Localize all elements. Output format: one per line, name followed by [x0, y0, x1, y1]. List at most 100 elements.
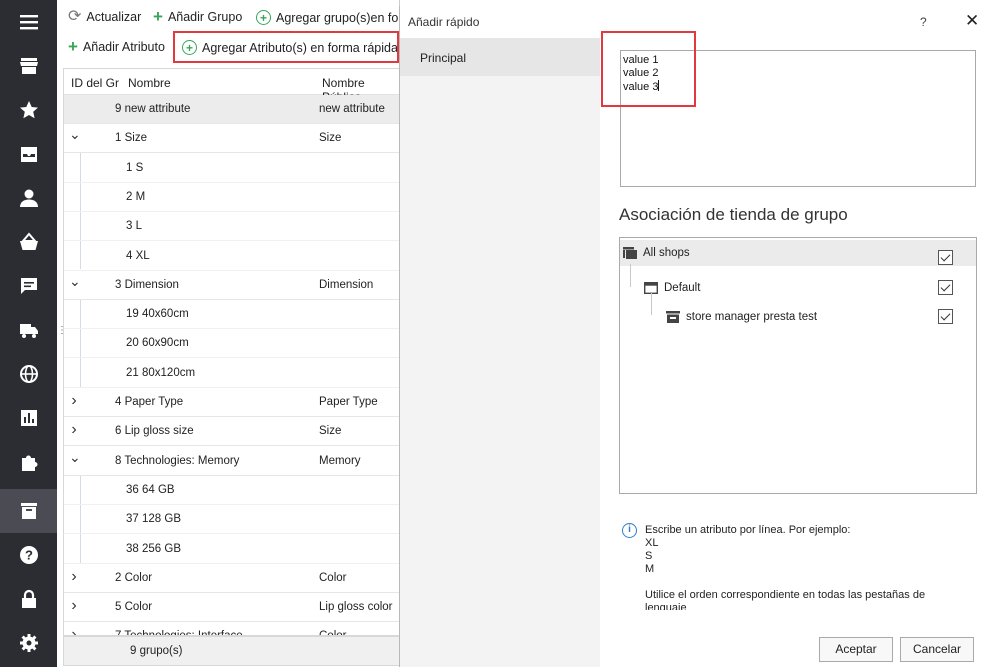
row-name: 1 S	[126, 161, 144, 174]
row-name: 8 Technologies: Memory	[115, 454, 240, 467]
row-public-name: Size	[319, 425, 342, 438]
row-name: 3 Dimension	[115, 278, 179, 291]
group-row[interactable]: › 4 Paper Type Paper Type	[64, 388, 400, 417]
refresh-button[interactable]: ⟳ Actualizar	[68, 8, 141, 25]
add-attribute-button[interactable]: + Añadir Atributo	[68, 38, 165, 55]
row-name: 2 M	[126, 190, 146, 203]
group-count: 9 grupo(s)	[130, 645, 183, 657]
add-group-label: Añadir Grupo	[167, 10, 243, 24]
column-header-name[interactable]: Nombre	[128, 76, 171, 90]
group-row[interactable]: ⌄ 8 Technologies: Memory Memory	[64, 447, 400, 476]
info-line: S	[645, 550, 653, 562]
box-icon[interactable]	[0, 489, 57, 533]
star-icon[interactable]	[0, 88, 57, 132]
row-public-name: Dimension	[319, 278, 374, 291]
shop-label: All shops	[643, 247, 690, 259]
dialog-title: Añadir rápido	[408, 15, 480, 29]
attribute-row[interactable]: 2 M	[64, 183, 400, 212]
chevron-down-icon[interactable]: ⌄	[69, 273, 81, 290]
add-groups-quick-button[interactable]: + Agregar grupo(s)en for	[256, 10, 402, 25]
attribute-row[interactable]: 1 S	[64, 154, 400, 183]
row-name: 20 60x90cm	[126, 337, 189, 350]
highlight-box	[173, 31, 399, 63]
row-name: 3 L	[126, 220, 142, 233]
group-row[interactable]: › 6 Lip gloss size Size	[64, 417, 400, 447]
app-window: ? ⟳ Actualizar + Añadir Grupo + Agregar …	[0, 0, 997, 667]
globe-icon[interactable]	[0, 352, 57, 396]
attribute-row[interactable]: 3 L	[64, 212, 400, 242]
attribute-row[interactable]: 21 80x120cm	[64, 359, 400, 388]
lock-icon[interactable]	[0, 577, 57, 621]
checkbox-all-shops[interactable]	[938, 250, 953, 265]
group-row[interactable]: ⌄ 3 Dimension Dimension	[64, 271, 400, 300]
row-name: 9 new attribute	[115, 103, 191, 115]
shop-item-all-shops[interactable]: All shops	[620, 240, 976, 266]
row-public-name: Paper Type	[319, 396, 378, 408]
row-name: 1 Size	[115, 132, 147, 145]
info-line: XL	[645, 537, 659, 549]
row-name: 38 256 GB	[126, 542, 181, 555]
plus-circle-icon: +	[256, 10, 271, 25]
shop-label: Default	[664, 282, 701, 294]
chevron-right-icon[interactable]: ›	[69, 597, 79, 615]
shop-item-default[interactable]: Default	[644, 275, 700, 301]
puzzle-icon[interactable]	[0, 440, 57, 484]
info-line: Utilice el orden correspondiente en toda…	[645, 589, 926, 601]
info-text: Escribe un atributo por línea. Por ejemp…	[645, 524, 925, 610]
left-nav: ?	[0, 0, 57, 667]
grid-footer: 9 grupo(s)	[63, 636, 400, 666]
splitter-handle[interactable]: ⋮	[57, 325, 67, 336]
group-row[interactable]: ⌄ 1 Size Size	[64, 124, 400, 154]
checkbox-default[interactable]	[938, 280, 953, 295]
add-groups-quick-label: Agregar grupo(s)en for	[276, 10, 403, 25]
plus-icon: +	[153, 7, 163, 26]
close-icon[interactable]: ✕	[965, 11, 979, 31]
chevron-right-icon[interactable]: ›	[69, 392, 79, 410]
chevron-down-icon[interactable]: ⌄	[69, 449, 81, 466]
add-group-button[interactable]: + Añadir Grupo	[153, 7, 243, 26]
chevron-right-icon[interactable]: ›	[69, 421, 79, 439]
checkbox-store-manager[interactable]	[938, 309, 953, 324]
user-icon[interactable]	[0, 176, 57, 220]
add-attribute-label: Añadir Atributo	[82, 40, 165, 54]
dialog-sidebar: Principal	[400, 38, 600, 667]
group-row[interactable]: › 2 Color Color	[64, 564, 400, 593]
info-icon: i	[622, 523, 637, 538]
group-row[interactable]: ›7 Technologies: InterfaceColor	[64, 622, 400, 635]
row-name: 4 XL	[126, 249, 150, 262]
shop-item-store-manager[interactable]: store manager presta test	[666, 304, 817, 330]
refresh-icon: ⟳	[68, 8, 82, 25]
attribute-row[interactable]: 37 128 GB	[64, 505, 400, 535]
row-name: 19 40x60cm	[126, 308, 189, 321]
menu-icon[interactable]	[0, 0, 57, 44]
accept-button[interactable]: Aceptar	[819, 637, 893, 662]
chevron-right-icon[interactable]: ›	[69, 568, 79, 586]
chevron-right-icon[interactable]: ›	[69, 626, 79, 635]
attribute-row[interactable]: 4 XL	[64, 242, 400, 271]
attribute-row[interactable]: 36 64 GB	[64, 476, 400, 505]
tree-line	[630, 264, 631, 287]
chevron-down-icon[interactable]: ⌄	[69, 126, 81, 143]
help-icon[interactable]: ?	[0, 533, 57, 577]
group-row[interactable]: › 5 Color Lip gloss color	[64, 593, 400, 623]
attribute-row[interactable]: 19 40x60cm	[64, 300, 400, 330]
cancel-button[interactable]: Cancelar	[900, 637, 974, 662]
inbox-icon[interactable]	[0, 132, 57, 176]
attribute-row[interactable]: 38 256 GB	[64, 535, 400, 564]
row-public-name: new attribute	[319, 103, 385, 115]
attribute-row[interactable]: 20 60x90cm	[64, 329, 400, 359]
chart-icon[interactable]	[0, 396, 57, 440]
store-icon[interactable]	[0, 44, 57, 88]
chat-icon[interactable]	[0, 264, 57, 308]
row-public-name: Lip gloss color	[319, 601, 393, 614]
highlight-box	[601, 31, 696, 107]
basket-icon[interactable]	[0, 220, 57, 264]
column-header-id[interactable]: ID del Gr	[71, 76, 119, 90]
gear-icon[interactable]	[0, 621, 57, 665]
sidebar-item-principal[interactable]: Principal	[400, 38, 600, 76]
truck-icon[interactable]	[0, 308, 57, 352]
row-public-name: Memory	[319, 454, 361, 467]
help-button[interactable]: ?	[920, 15, 927, 29]
group-row[interactable]: 9 new attribute new attribute	[64, 95, 400, 124]
shop-group-icon	[623, 247, 637, 259]
